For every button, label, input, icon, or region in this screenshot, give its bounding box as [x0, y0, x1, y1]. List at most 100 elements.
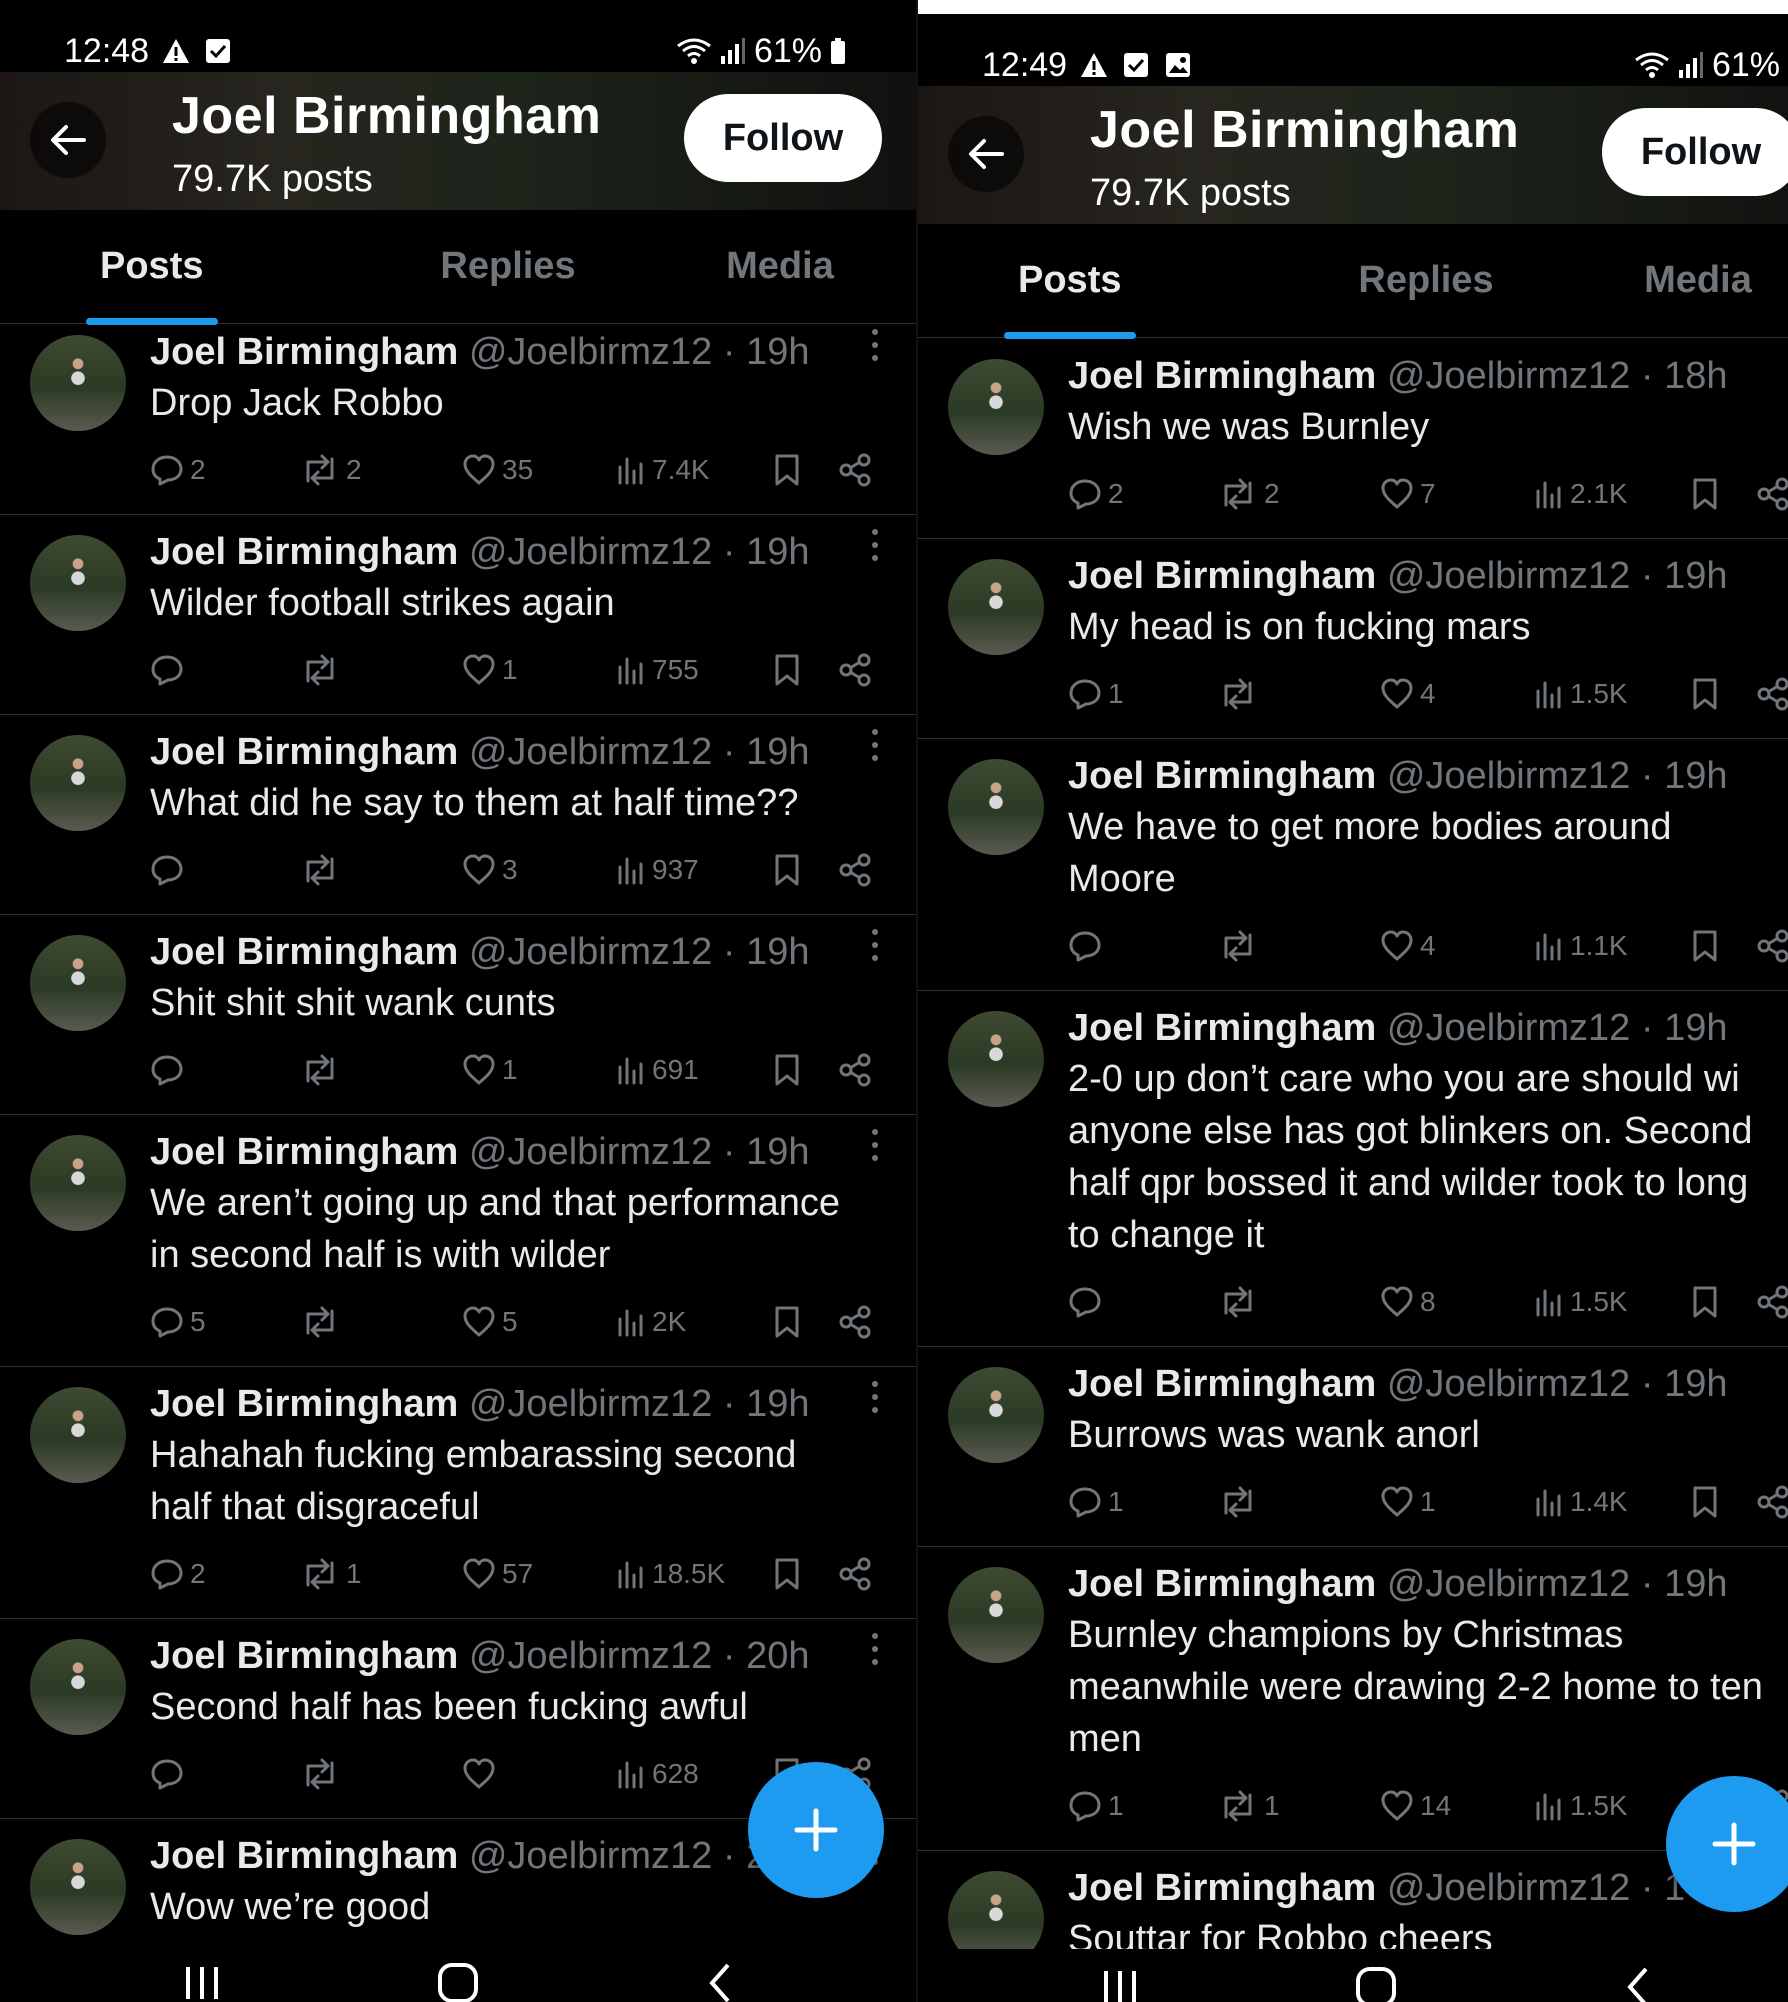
bookmark-button[interactable]	[772, 1053, 802, 1087]
share-button[interactable]	[838, 853, 872, 887]
follow-button[interactable]: Follow	[1602, 108, 1788, 196]
avatar[interactable]	[30, 335, 126, 431]
post-item[interactable]: Joel Birmingham @Joelbirmz12 · 19h Drop J…	[0, 325, 916, 515]
bookmark-button[interactable]	[1690, 1285, 1720, 1319]
post-item[interactable]: Joel Birmingham @Joelbirmz12 · 19h Hahaha…	[0, 1367, 916, 1619]
reply-button[interactable]	[150, 1757, 190, 1791]
avatar[interactable]	[30, 1387, 126, 1483]
share-button[interactable]	[838, 453, 872, 487]
repost-button[interactable]: 1	[1218, 1789, 1280, 1823]
reply-button[interactable]	[1068, 1285, 1108, 1319]
like-button[interactable]: 8	[1380, 1285, 1436, 1319]
reply-button[interactable]: 2	[1068, 477, 1124, 511]
tab-replies[interactable]: Replies	[372, 210, 644, 323]
reply-button[interactable]: 5	[150, 1305, 206, 1339]
reply-button[interactable]	[1068, 929, 1108, 963]
like-button[interactable]: 35	[462, 453, 533, 487]
avatar[interactable]	[30, 1639, 126, 1735]
bookmark-button[interactable]	[1690, 1485, 1720, 1519]
author-name[interactable]: Joel Birmingham	[1068, 1563, 1376, 1605]
avatar[interactable]	[30, 535, 126, 631]
reply-button[interactable]: 1	[1068, 1789, 1124, 1823]
share-button[interactable]	[838, 653, 872, 687]
author-name[interactable]: Joel Birmingham	[1068, 555, 1376, 597]
views-button[interactable]: 1.5K	[1534, 1789, 1628, 1823]
author-name[interactable]: Joel Birmingham	[150, 731, 458, 773]
home-icon[interactable]	[1354, 1965, 1398, 2002]
views-button[interactable]: 1.1K	[1534, 929, 1628, 963]
views-button[interactable]: 628	[616, 1757, 699, 1791]
repost-button[interactable]	[1218, 1485, 1264, 1519]
reply-button[interactable]: 2	[150, 1557, 206, 1591]
tab-replies[interactable]: Replies	[1290, 224, 1562, 337]
views-button[interactable]: 1.5K	[1534, 677, 1628, 711]
more-options-icon[interactable]	[870, 727, 880, 763]
repost-button[interactable]	[300, 1305, 346, 1339]
share-button[interactable]	[1756, 929, 1788, 963]
share-button[interactable]	[838, 1053, 872, 1087]
post-item[interactable]: Joel Birmingham @Joelbirmz12 · 19h Shit s…	[0, 915, 916, 1115]
author-name[interactable]: Joel Birmingham	[150, 331, 458, 373]
author-name[interactable]: Joel Birmingham	[1068, 755, 1376, 797]
like-button[interactable]: 57	[462, 1557, 533, 1591]
bookmark-button[interactable]	[1690, 677, 1720, 711]
more-options-icon[interactable]	[870, 927, 880, 963]
post-item[interactable]: Joel Birmingham @Joelbirmz12 · 18h Wish w…	[918, 339, 1788, 539]
reply-button[interactable]: 1	[1068, 677, 1124, 711]
repost-button[interactable]	[300, 853, 346, 887]
like-button[interactable]: 1	[462, 653, 518, 687]
compose-button[interactable]	[748, 1762, 884, 1898]
author-name[interactable]: Joel Birmingham	[150, 1635, 458, 1677]
author-name[interactable]: Joel Birmingham	[150, 531, 458, 573]
like-button[interactable]	[462, 1757, 502, 1791]
repost-button[interactable]	[300, 1053, 346, 1087]
tab-media[interactable]: Media	[1562, 224, 1788, 337]
more-options-icon[interactable]	[870, 527, 880, 563]
post-item[interactable]: Joel Birmingham @Joelbirmz12 · 19h My hea…	[918, 539, 1788, 739]
bookmark-button[interactable]	[772, 653, 802, 687]
repost-button[interactable]	[1218, 1285, 1264, 1319]
post-item[interactable]: Joel Birmingham @Joelbirmz12 · 19h Burrow…	[918, 1347, 1788, 1547]
views-button[interactable]: 18.5K	[616, 1557, 725, 1591]
bookmark-button[interactable]	[772, 453, 802, 487]
like-button[interactable]: 1	[1380, 1485, 1436, 1519]
like-button[interactable]: 4	[1380, 677, 1436, 711]
views-button[interactable]: 937	[616, 853, 699, 887]
back-button[interactable]	[30, 102, 106, 178]
avatar[interactable]	[948, 759, 1044, 855]
share-button[interactable]	[1756, 1285, 1788, 1319]
more-options-icon[interactable]	[870, 1379, 880, 1415]
views-button[interactable]: 1.5K	[1534, 1285, 1628, 1319]
post-item[interactable]: Joel Birmingham @Joelbirmz12 · 19h We hav…	[918, 739, 1788, 991]
reply-button[interactable]: 2	[150, 453, 206, 487]
like-button[interactable]: 5	[462, 1305, 518, 1339]
share-button[interactable]	[1756, 477, 1788, 511]
like-button[interactable]: 4	[1380, 929, 1436, 963]
avatar[interactable]	[30, 1839, 126, 1935]
views-button[interactable]: 691	[616, 1053, 699, 1087]
bookmark-button[interactable]	[1690, 929, 1720, 963]
author-name[interactable]: Joel Birmingham	[150, 931, 458, 973]
reply-button[interactable]: 1	[1068, 1485, 1124, 1519]
recents-icon[interactable]	[1098, 1965, 1142, 2002]
tab-posts[interactable]: Posts	[918, 224, 1290, 339]
repost-button[interactable]	[1218, 929, 1264, 963]
author-name[interactable]: Joel Birmingham	[150, 1131, 458, 1173]
like-button[interactable]: 1	[462, 1053, 518, 1087]
more-options-icon[interactable]	[870, 1127, 880, 1163]
avatar[interactable]	[948, 559, 1044, 655]
repost-button[interactable]	[300, 1757, 346, 1791]
like-button[interactable]: 14	[1380, 1789, 1451, 1823]
repost-button[interactable]: 1	[300, 1557, 362, 1591]
follow-button[interactable]: Follow	[684, 94, 882, 182]
author-name[interactable]: Joel Birmingham	[150, 1835, 458, 1877]
bookmark-button[interactable]	[772, 1557, 802, 1591]
avatar[interactable]	[30, 735, 126, 831]
repost-button[interactable]: 2	[300, 453, 362, 487]
home-icon[interactable]	[436, 1961, 480, 2002]
recents-icon[interactable]	[180, 1961, 224, 2002]
post-item[interactable]: Joel Birmingham @Joelbirmz12 · 19h Wilder…	[0, 515, 916, 715]
avatar[interactable]	[948, 1367, 1044, 1463]
views-button[interactable]: 2.1K	[1534, 477, 1628, 511]
tab-media[interactable]: Media	[644, 210, 916, 323]
